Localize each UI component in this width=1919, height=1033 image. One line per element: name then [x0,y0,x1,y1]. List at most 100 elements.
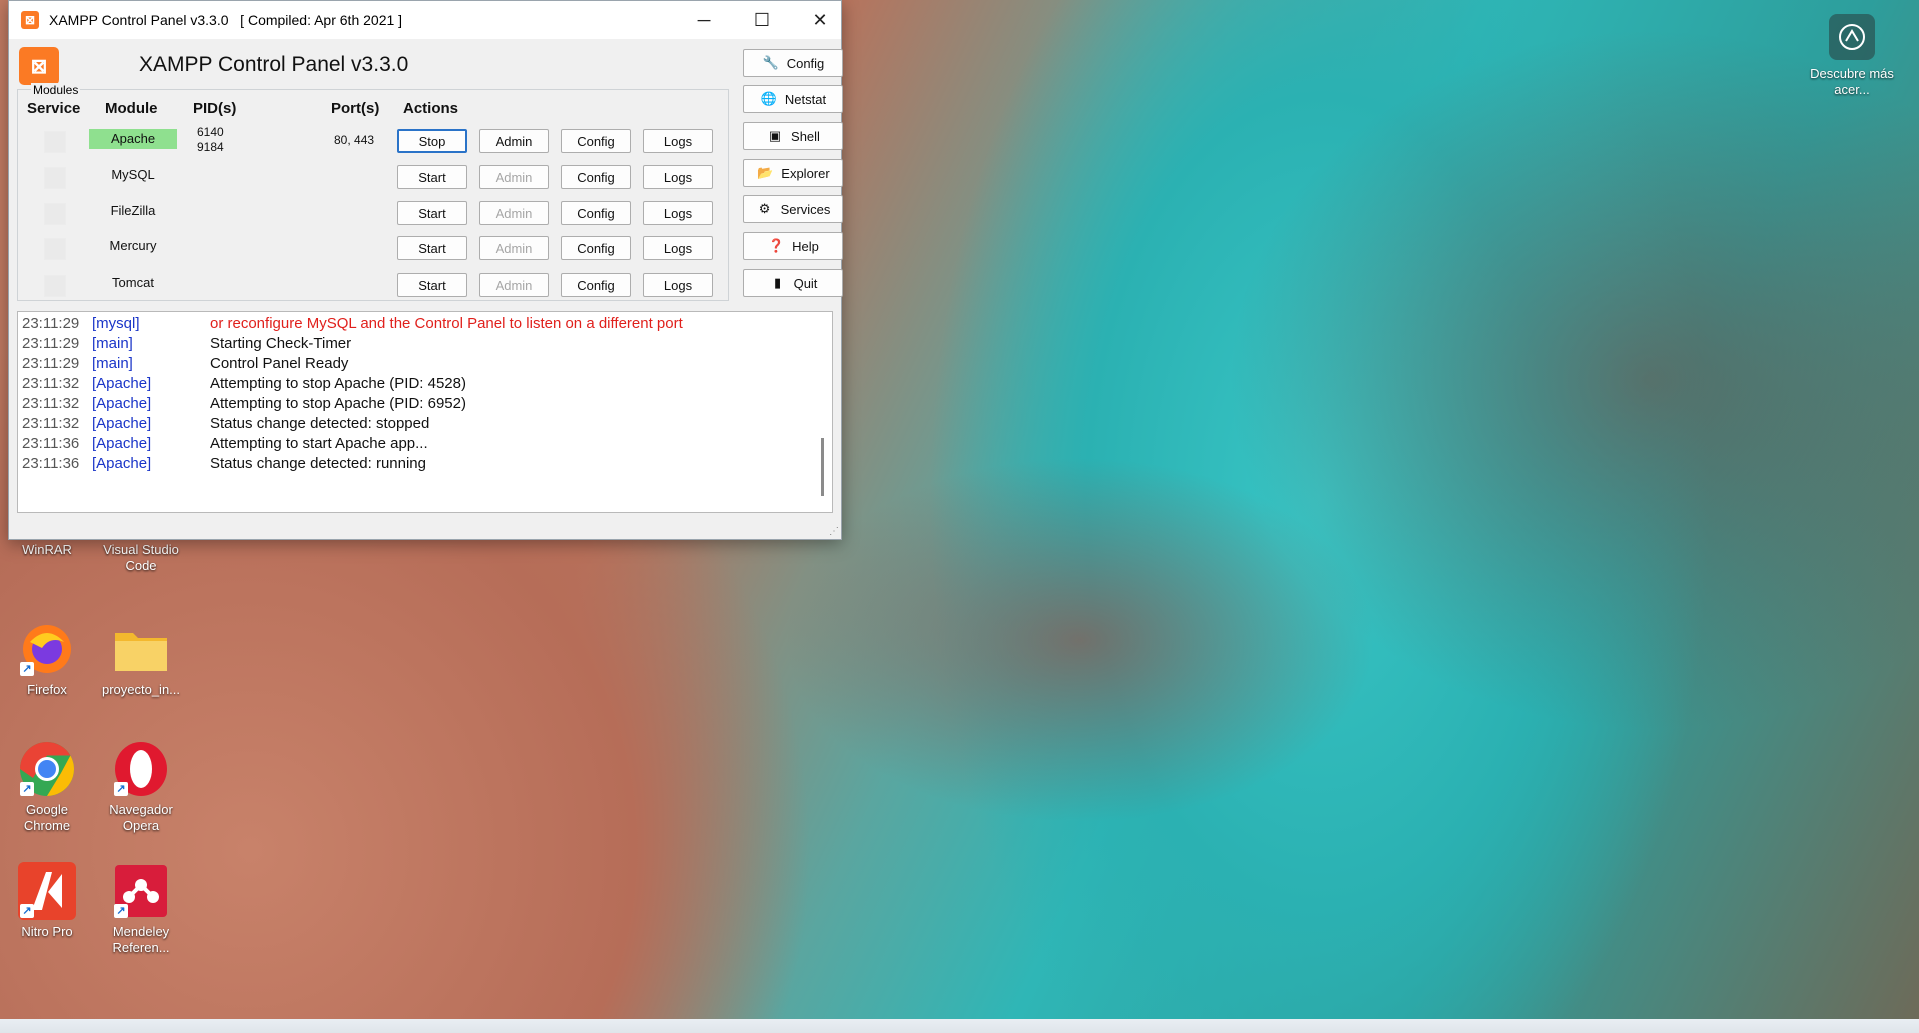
close-button[interactable]: ✕ [791,1,849,39]
side-button-label: Help [792,238,819,254]
services-icon: ⚙ [758,201,771,216]
title-bar[interactable]: ⊠ XAMPP Control Panel v3.3.0 [ Compiled:… [9,1,841,39]
column-header-service: Service [27,100,81,117]
apache-config-button[interactable]: Config [561,129,631,153]
mysql-start-button[interactable]: Start [397,165,467,189]
side-help-button[interactable]: ❓ Help [743,232,843,260]
log-module: [Apache] [92,415,152,432]
chrome-icon: ↗ [18,740,76,798]
apache-stop-button[interactable]: Stop [397,129,467,153]
desktop-icon-firefox[interactable]: ↗ Firefox [4,620,90,698]
service-checkbox[interactable] [44,203,66,225]
xampp-logo-icon: ⊠ [19,47,59,85]
learn-more-label: Descubre más acer... [1810,66,1894,97]
log-scrollbar[interactable] [816,316,830,506]
desktop-icon-nitro-pro[interactable]: ↗ Nitro Pro [4,862,90,940]
side-explorer-button[interactable]: 📂 Explorer [743,159,843,187]
log-message: or reconfigure MySQL and the Control Pan… [210,315,683,332]
log-line: 23:11:36 [Apache] Status change detected: … [18,454,832,474]
tomcat-start-button[interactable]: Start [397,273,467,297]
log-line: 23:11:32 [Apache] Attempting to stop Apach… [18,394,832,414]
log-line: 23:11:29 [main] Control Panel Ready [18,354,832,374]
side-quit-button[interactable]: ▮ Quit [743,269,843,297]
shortcut-arrow-icon: ↗ [20,904,34,918]
desktop-icon-chrome[interactable]: ↗ Google Chrome [4,740,90,834]
log-line: 23:11:36 [Apache] Attempting to start Apac… [18,434,832,454]
desktop-icon-label: proyecto_in... [101,682,181,697]
service-checkbox[interactable] [44,167,66,189]
log-message: Starting Check-Timer [210,335,352,352]
tomcat-admin-button: Admin [479,273,549,297]
apache-admin-button[interactable]: Admin [479,129,549,153]
log-time: 23:11:36 [22,435,80,452]
log-scrollbar-thumb[interactable] [821,438,824,496]
resize-grip-icon[interactable]: ⋰ [829,526,839,537]
tomcat-logs-button[interactable]: Logs [643,273,713,297]
filezilla-start-button[interactable]: Start [397,201,467,225]
log-panel[interactable]: 23:11:29 [mysql] or reconfigure MySQL and … [17,311,833,513]
xampp-control-panel-window[interactable]: ⊠ XAMPP Control Panel v3.3.0 [ Compiled:… [8,0,843,540]
shortcut-arrow-icon: ↗ [20,662,34,676]
nitro-pro-icon: ↗ [18,862,76,920]
mendeley-icon: ↗ [112,862,170,920]
side-button-label: Quit [793,275,818,291]
service-checkbox[interactable] [44,131,66,153]
log-message: Attempting to stop Apache (PID: 4528) [210,375,466,392]
log-message: Attempting to stop Apache (PID: 6952) [210,395,466,412]
service-checkbox[interactable] [44,275,66,297]
log-message: Attempting to start Apache app... [210,435,428,452]
module-ports: 80, 443 [334,133,375,147]
mysql-logs-button[interactable]: Logs [643,165,713,189]
firefox-icon: ↗ [18,620,76,678]
window-title: XAMPP Control Panel v3.3.0 [ Compiled: A… [49,12,403,28]
wrench-icon: 🔧 [762,55,779,70]
desktop-icon-label: Visual Studio Code [103,542,179,573]
log-line: 23:11:29 [main] Starting Check-Timer [18,334,832,354]
module-row-mysql: MySQL Start Admin Config Logs [9,161,729,191]
log-module: [main] [92,355,133,372]
side-config-button[interactable]: 🔧 Config [743,49,843,77]
apache-logs-button[interactable]: Logs [643,129,713,153]
globe-icon: 🌐 [760,91,777,106]
mercury-start-button[interactable]: Start [397,236,467,260]
log-time: 23:11:29 [22,335,80,352]
tomcat-config-button[interactable]: Config [561,273,631,297]
mercury-config-button[interactable]: Config [561,236,631,260]
shortcut-arrow-icon: ↗ [20,782,34,796]
service-checkbox[interactable] [44,238,66,260]
column-header-pids: PID(s) [193,100,237,117]
quit-icon: ▮ [774,275,782,290]
desktop-icon-label: WinRAR [22,542,72,557]
log-lines: 23:11:29 [mysql] or reconfigure MySQL and … [18,312,832,474]
column-header-ports: Port(s) [331,100,380,117]
log-time: 23:11:32 [22,395,80,412]
side-shell-button[interactable]: ▣ Shell [743,122,843,150]
side-netstat-button[interactable]: 🌐 Netstat [743,85,843,113]
desktop-icon-label: Nitro Pro [21,924,73,939]
desktop-icon-label: Navegador Opera [109,802,173,833]
filezilla-config-button[interactable]: Config [561,201,631,225]
minimize-icon: ─ [697,9,711,30]
minimize-button[interactable]: ─ [675,1,733,39]
desktop-icon-project-folder[interactable]: proyecto_in... [98,620,184,698]
module-name: FileZilla [110,203,156,218]
maximize-button[interactable]: ☐ [733,1,791,39]
camera-icon [1829,14,1875,60]
mysql-config-button[interactable]: Config [561,165,631,189]
modules-frame-label: Modules [31,83,81,97]
log-module: [mysql] [92,315,140,332]
learn-more-widget[interactable]: Descubre más acer... [1804,14,1900,98]
module-pids: 6140 9184 [197,125,224,155]
filezilla-logs-button[interactable]: Logs [643,201,713,225]
log-line: 23:11:29 [mysql] or reconfigure MySQL and … [18,314,832,334]
mercury-logs-button[interactable]: Logs [643,236,713,260]
terminal-icon: ▣ [768,128,782,143]
desktop-icon-mendeley[interactable]: ↗ Mendeley Referen... [98,862,184,956]
desktop-icon-opera[interactable]: ↗ Navegador Opera [98,740,184,834]
help-icon: ❓ [768,238,785,253]
log-time: 23:11:36 [22,455,80,472]
log-time: 23:11:29 [22,355,80,372]
column-header-module: Module [105,100,158,117]
side-button-label: Netstat [784,91,827,107]
side-services-button[interactable]: ⚙ Services [743,195,843,223]
